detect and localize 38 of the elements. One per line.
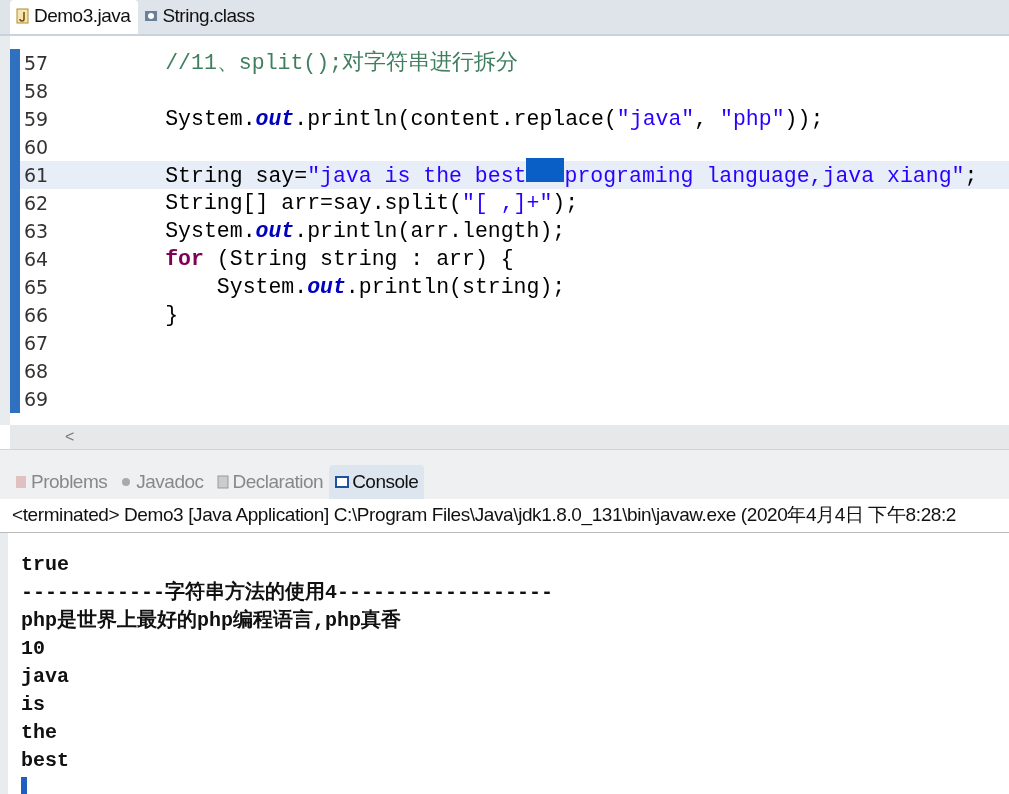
console-output-line: php是世界上最好的php编程语言,php真香 [21, 607, 403, 634]
line-number: 66 [10, 301, 62, 329]
view-tab[interactable]: Console [329, 464, 425, 499]
line-number: 61 [10, 161, 62, 189]
editor-tab[interactable]: String.class [138, 0, 263, 34]
view-tab[interactable]: Declaration [209, 464, 330, 499]
code-line: System.out.println(content.replace("java", "php")); [164, 105, 824, 133]
line-number: 58 [10, 77, 62, 105]
line-number: 64 [10, 245, 62, 273]
code-line: } [164, 301, 179, 329]
line-number: 62 [10, 189, 62, 217]
line-number: 68 [10, 357, 62, 385]
console-status-line: <terminated> Demo3 [Java Application] C:\Program Files\Java\jdk1.8.0_131\bin\javaw.exe (2020年4月4日 下午8:28:2 [0, 499, 1009, 533]
console-output-line: the [21, 719, 58, 746]
java-file-icon [16, 7, 30, 24]
view-tab[interactable]: Problems [8, 464, 114, 499]
line-number: 63 [10, 217, 62, 245]
view-tab[interactable]: Javadoc [113, 464, 210, 499]
editor-tab[interactable]: Demo3.java [10, 0, 139, 34]
code-line: System.out.println(arr.length); [164, 217, 566, 245]
console-output-line: 10 [21, 635, 46, 662]
console-output-line: ------------字符串方法的使用4------------------ [21, 579, 555, 606]
line-number: 59 [10, 105, 62, 133]
declaration-icon [215, 473, 230, 490]
console-output-line: is [21, 691, 46, 718]
line-number: 65 [10, 273, 62, 301]
code-line: //11、split();对字符串进行拆分 [164, 49, 519, 77]
code-line: System.out.println(string); [215, 273, 566, 301]
console-output-line: true [21, 551, 70, 578]
line-number: 69 [10, 385, 62, 413]
problems-icon [14, 473, 28, 490]
line-number: 67 [10, 329, 62, 357]
code-line: for (String string : arr) { [164, 245, 514, 273]
console-output-line: best [21, 747, 70, 774]
scroll-left-arrow[interactable]: < [65, 425, 75, 449]
line-number: 57 [10, 49, 62, 77]
console-icon [335, 473, 350, 490]
console-output-line: java [21, 663, 70, 690]
